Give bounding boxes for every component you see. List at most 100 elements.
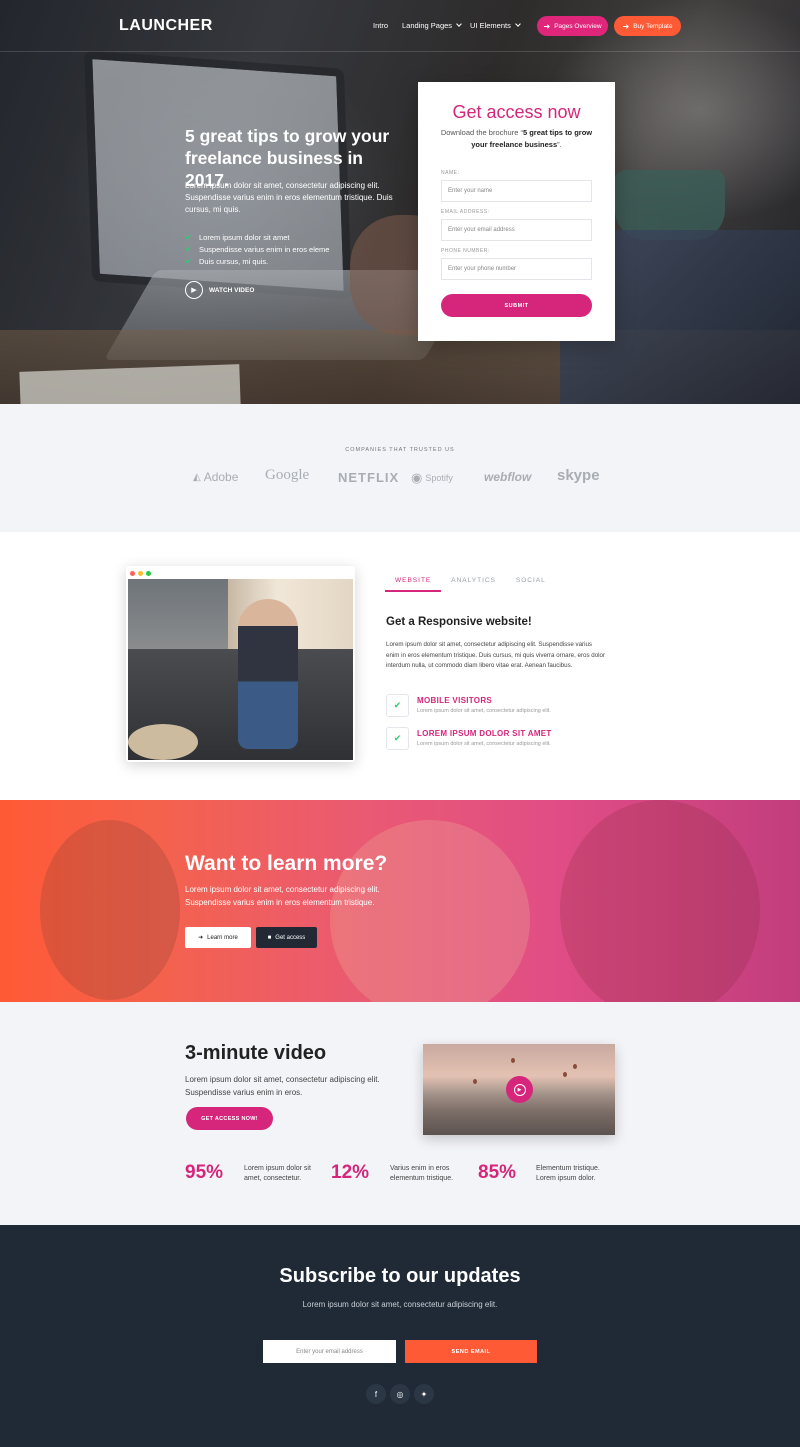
tab-social[interactable]: SOCIAL xyxy=(506,577,556,592)
brand-adobe-label: Adobe xyxy=(203,470,239,484)
hero-checklist: ✔ Lorem ipsum dolor sit amet ✔ Suspendisse… xyxy=(185,231,400,267)
form-subtitle-prefix: Download the brochure “ xyxy=(440,128,523,137)
feature-item: ✔ MOBILE VISITORS Lorem ipsum dolor sit … xyxy=(386,694,616,720)
subscribe-email-input[interactable]: Enter your email address xyxy=(263,1340,396,1363)
hero-content: 5 great tips to grow your freelance busi… xyxy=(0,0,800,404)
nav-link-label: UI Elements xyxy=(470,21,511,30)
learn-more-button[interactable]: ➜ Learn more xyxy=(185,927,251,948)
brand-google: Google xyxy=(265,467,310,483)
tab-analytics[interactable]: ANALYTICS xyxy=(441,577,506,592)
watch-video-link[interactable]: ▶ WATCH VIDEO xyxy=(185,281,254,299)
check-icon: ✔ xyxy=(386,694,409,717)
facebook-icon[interactable]: f xyxy=(366,1384,386,1404)
hero-description: Lorem ipsum dolor sit amet, consectetur … xyxy=(185,181,393,214)
feature-tabs: WEBSITE ANALYTICS SOCIAL xyxy=(385,577,556,592)
brand-webflow: webflow xyxy=(484,470,532,484)
companies-section: COMPANIES THAT TRUSTED US ◭ Adobe Google … xyxy=(0,404,800,532)
play-icon: ▶ xyxy=(185,281,203,299)
photo-man xyxy=(238,599,298,749)
browser-mockup xyxy=(126,566,355,762)
arrow-right-icon: ➜ xyxy=(543,21,551,31)
brand-spotify-label: Spotify xyxy=(425,473,453,483)
nav-link-label: Landing Pages xyxy=(402,21,453,30)
learn-description: Lorem ipsum dolor sit amet, consectetur … xyxy=(185,885,380,907)
access-form-card: Get access now Download the brochure “5 … xyxy=(418,82,615,341)
arrow-right-icon: ➜ xyxy=(622,21,630,31)
stat-value: 12% xyxy=(331,1162,370,1183)
feature-item: ✔ LOREM IPSUM DOLOR SIT AMET Lorem ipsum… xyxy=(386,727,616,753)
video-thumbnail[interactable]: ▶ xyxy=(423,1044,615,1135)
submit-button[interactable]: SUBMIT xyxy=(441,294,592,317)
feature-description: Lorem ipsum dolor sit amet, consectetur … xyxy=(417,741,551,747)
play-icon: ▶ xyxy=(513,1083,526,1096)
brand-adobe: ◭ Adobe xyxy=(193,470,238,484)
name-field[interactable]: Enter your name xyxy=(441,180,592,202)
list-item-text: Duis cursus, mi quis. xyxy=(199,256,269,266)
stat-value: 95% xyxy=(185,1162,224,1183)
feature-title: LOREM IPSUM DOLOR SIT AMET xyxy=(417,729,552,738)
balloon-icon xyxy=(473,1079,477,1084)
subscribe-title: Subscribe to our updates xyxy=(279,1265,521,1287)
learn-more-section: Want to learn more? Lorem ipsum dolor si… xyxy=(0,800,800,1002)
send-email-button[interactable]: SEND EMAIL xyxy=(405,1340,537,1363)
photo-person-center xyxy=(330,820,530,1002)
stat-value: 85% xyxy=(478,1162,517,1183)
responsive-description: Lorem ipsum dolor sit amet, consectetur … xyxy=(386,641,606,669)
name-label: NAME: xyxy=(441,170,460,176)
email-field[interactable]: Enter your email address xyxy=(441,219,592,241)
subscribe-section: Subscribe to our updates Lorem ipsum dol… xyxy=(0,1225,800,1447)
subscribe-description: Lorem ipsum dolor sit amet, consectetur … xyxy=(302,1300,498,1309)
email-label: EMAIL ADDRESS: xyxy=(441,209,490,215)
get-access-now-button[interactable]: GET ACCESS NOW! xyxy=(186,1107,273,1130)
phone-label: PHONE NUMBER: xyxy=(441,248,490,254)
adobe-icon: ◭ xyxy=(193,471,201,483)
balloon-icon xyxy=(511,1058,515,1063)
phone-field[interactable]: Enter your phone number xyxy=(441,258,592,280)
tab-website[interactable]: WEBSITE xyxy=(385,577,442,592)
form-subtitle: Download the brochure “5 great tips to g… xyxy=(438,127,595,151)
hero-section: LAUNCHER Intro Landing Pages UI Elements… xyxy=(0,0,800,404)
check-icon: ✔ xyxy=(185,232,192,242)
top-nav: LAUNCHER Intro Landing Pages UI Elements… xyxy=(0,0,800,52)
instagram-icon[interactable]: ◎ xyxy=(390,1384,410,1404)
pages-overview-button[interactable]: ➜ Pages Overview xyxy=(537,16,608,36)
arrow-right-icon: ➜ xyxy=(198,935,204,941)
nav-link-ui-elements[interactable]: UI Elements xyxy=(470,21,521,30)
maximize-dot-icon xyxy=(146,571,151,576)
learn-more-label: Learn more xyxy=(207,934,238,941)
chevron-down-icon xyxy=(456,21,462,27)
brand-skype: skype xyxy=(557,467,600,484)
photo-person-right xyxy=(560,800,760,1002)
form-subtitle-suffix: ”. xyxy=(557,140,562,149)
list-item: ✔ Lorem ipsum dolor sit amet xyxy=(185,231,400,243)
companies-title: COMPANIES THAT TRUSTED US xyxy=(345,447,455,453)
check-icon: ✔ xyxy=(386,727,409,750)
feature-description: Lorem ipsum dolor sit amet, consectetur … xyxy=(417,708,551,714)
check-icon: ✔ xyxy=(185,244,192,254)
chevron-down-icon xyxy=(515,21,521,27)
video-description: Lorem ipsum dolor sit amet, consectetur … xyxy=(185,1075,380,1097)
nav-link-intro[interactable]: Intro xyxy=(373,21,388,30)
check-icon: ✔ xyxy=(185,256,192,266)
play-button[interactable]: ▶ xyxy=(506,1076,533,1103)
get-access-button[interactable]: ■ Get access xyxy=(256,927,317,948)
brand-spotify: ◉ Spotify xyxy=(411,470,453,486)
lock-icon: ■ xyxy=(267,934,272,941)
form-title: Get access now xyxy=(452,102,581,122)
logo[interactable]: LAUNCHER xyxy=(119,17,213,35)
stat-label: Elementum tristique. Lorem ipsum dolor. xyxy=(536,1165,600,1182)
learn-title: Want to learn more? xyxy=(185,852,388,875)
list-item-text: Lorem ipsum dolor sit amet xyxy=(199,232,290,242)
brand-netflix: NETFLIX xyxy=(338,470,400,485)
buy-template-button[interactable]: ➜ Buy Template xyxy=(614,16,681,36)
balloon-icon xyxy=(573,1064,577,1069)
video-section: 3-minute video Lorem ipsum dolor sit ame… xyxy=(0,1002,800,1225)
twitter-icon[interactable]: ✦ xyxy=(414,1384,434,1404)
responsive-title: Get a Responsive website! xyxy=(386,616,532,628)
close-dot-icon xyxy=(130,571,135,576)
nav-link-landing-pages[interactable]: Landing Pages xyxy=(402,21,462,30)
responsive-section: WEBSITE ANALYTICS SOCIAL Get a Responsiv… xyxy=(0,532,800,800)
window-dots xyxy=(130,571,151,576)
office-photo xyxy=(128,579,353,760)
video-title: 3-minute video xyxy=(185,1042,327,1064)
